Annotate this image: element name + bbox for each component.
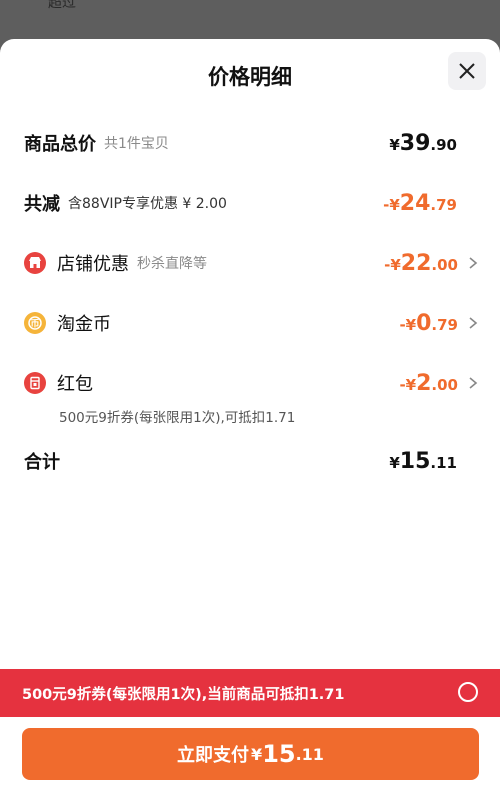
sheet-title: 价格明细 — [208, 65, 292, 89]
shop-discount-sub: 秒杀直降等 — [137, 256, 207, 272]
sum-row: 合计 ¥15.11 — [24, 446, 476, 476]
gold-coin-price: -¥ 0.79 — [399, 310, 458, 336]
shop-discount-row[interactable]: 店铺优惠 秒杀直降等 -¥ 22.00 — [24, 248, 478, 278]
close-button[interactable] — [448, 52, 486, 90]
chevron-right-icon — [469, 377, 478, 389]
goods-total-price: ¥39.90 — [389, 130, 457, 156]
red-packet-icon — [24, 372, 46, 394]
total-discount-label: 共减 — [24, 194, 60, 215]
chevron-right-icon — [469, 317, 478, 329]
goods-total-label: 商品总价 — [24, 134, 96, 155]
gold-coin-label: 淘金币 — [57, 314, 111, 335]
svg-text:币: 币 — [30, 319, 39, 330]
backdrop-text: 超过 — [48, 0, 76, 11]
chevron-right-icon — [469, 257, 478, 269]
total-discount-price: -¥ 24.79 — [383, 190, 457, 216]
goods-total-sub: 共1件宝贝 — [104, 136, 169, 152]
pay-now-int: 15 — [262, 740, 296, 768]
total-discount-sub: 含88VIP专享优惠 ¥ 2.00 — [68, 196, 227, 212]
shop-discount-label: 店铺优惠 — [57, 254, 129, 275]
coupon-banner-text: 500元9折券(每张限用1次),当前商品可抵扣1.71 — [22, 687, 345, 703]
gold-coin-icon: 币 — [24, 312, 46, 334]
sum-price: ¥15.11 — [389, 448, 457, 474]
pay-now-button[interactable]: 立即支付 ¥ 15 .11 — [22, 728, 479, 780]
total-discount-row: 共减 含88VIP专享优惠 ¥ 2.00 -¥ 24.79 — [24, 188, 476, 218]
red-packet-price: -¥ 2.00 — [399, 370, 458, 396]
shop-discount-price: -¥ 22.00 — [384, 250, 458, 276]
red-packet-row[interactable]: 红包 -¥ 2.00 — [24, 368, 478, 398]
sum-label: 合计 — [24, 452, 60, 473]
gold-coin-row[interactable]: 币 淘金币 -¥ 0.79 — [24, 308, 478, 338]
pay-now-currency: ¥ — [251, 744, 263, 764]
red-packet-label: 红包 — [57, 374, 93, 395]
coupon-banner[interactable]: 500元9折券(每张限用1次),当前商品可抵扣1.71 — [0, 669, 500, 717]
pay-now-dec: .11 — [295, 744, 324, 764]
close-icon — [459, 63, 475, 79]
goods-total-row: 商品总价 共1件宝贝 ¥39.90 — [24, 128, 476, 158]
red-packet-note: 500元9折券(每张限用1次),可抵扣1.71 — [59, 410, 296, 426]
coupon-radio[interactable] — [458, 682, 478, 702]
shop-icon — [24, 252, 46, 274]
price-detail-sheet: 价格明细 商品总价 共1件宝贝 ¥39.90 共减 含88VIP专享优惠 ¥ 2… — [0, 39, 500, 801]
pay-now-label: 立即支付 — [177, 745, 250, 766]
